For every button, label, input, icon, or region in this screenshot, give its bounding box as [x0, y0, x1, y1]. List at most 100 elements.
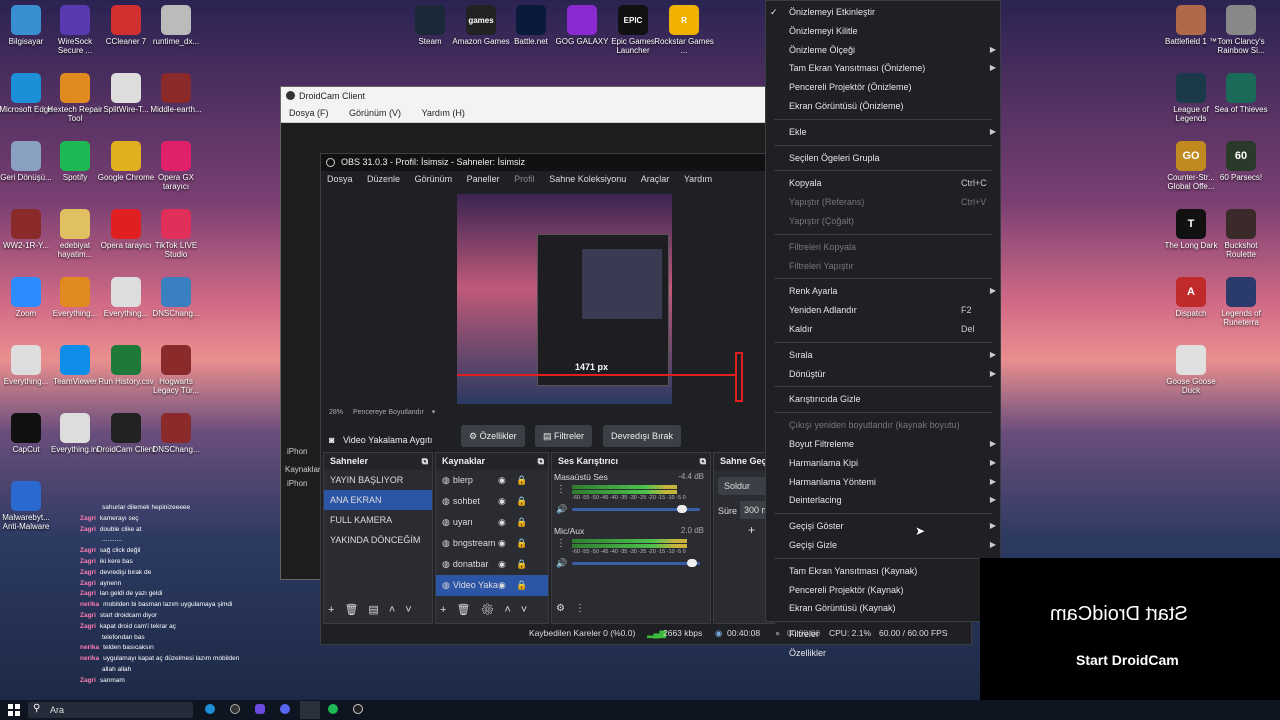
obs-preview[interactable]: 1471 px — [457, 194, 743, 404]
desktop-icon[interactable]: TikTok LIVE Studio — [146, 209, 206, 259]
obs-menu-tools[interactable]: Araçlar — [641, 174, 670, 184]
volume-slider[interactable] — [572, 559, 700, 567]
context-menu-item[interactable]: Sırala ▶ — [766, 346, 1000, 364]
eye-icon[interactable]: ◉ — [498, 554, 506, 575]
context-menu-item[interactable]: Seçilen Ögeleri Grupla — [766, 149, 1000, 167]
add-icon[interactable]: + — [748, 523, 755, 537]
droidcam-menu-file[interactable]: Dosya (F) — [289, 108, 329, 118]
speaker-icon[interactable]: 🔊 — [556, 504, 567, 515]
obs-menu-help[interactable]: Yardım — [684, 174, 712, 184]
obs-zoom-bar[interactable]: 28% Pencereye Boyutlandır ▾ — [329, 408, 435, 416]
dock-undock-icon[interactable]: ⧉ — [538, 453, 544, 470]
context-menu-item[interactable]: Geçişi Gizle ▶ — [766, 536, 1000, 554]
desktop-icon[interactable]: Legends of Runeterra — [1211, 277, 1271, 327]
source-item[interactable]: ◍ Video Yaka ◉ 🔒 — [436, 575, 548, 596]
source-item[interactable]: ◍ uyarı ◉ 🔒 — [436, 512, 548, 533]
obs-zoom-mode[interactable]: Pencereye Boyutlandır — [353, 409, 424, 416]
filters-button[interactable]: ▤ Filtreler — [535, 425, 593, 447]
eye-icon[interactable]: ◉ — [498, 491, 506, 512]
lock-icon[interactable]: 🔒 — [516, 554, 527, 575]
desktop-icon[interactable]: runtime_dx... — [146, 5, 206, 46]
obs-active-taskbar-icon[interactable] — [300, 701, 320, 719]
scene-item[interactable]: YAYIN BAŞLIYOR — [324, 470, 432, 490]
source-item[interactable]: ◍ bngstream ◉ 🔒 — [436, 533, 548, 554]
context-menu-item[interactable]: Dönüştür ▶ — [766, 365, 1000, 383]
eye-icon[interactable]: ◉ — [498, 512, 506, 533]
context-menu-item[interactable]: Harmanlama Kipi ▶ — [766, 454, 1000, 472]
context-menu-item[interactable]: Geçişi Göster ▶ — [766, 517, 1000, 535]
context-menu-item[interactable]: Ekran Görüntüsü (Kaynak) — [766, 599, 1000, 617]
context-menu-item[interactable]: Deinterlacing ▶ — [766, 491, 1000, 509]
context-menu-item[interactable]: Yeniden Adlandır F2 — [766, 301, 1000, 319]
start-droidcam-button[interactable]: Start DroidCam — [1076, 652, 1179, 668]
desktop-icon[interactable]: Middle-earth... — [146, 73, 206, 114]
start-windows-icon[interactable] — [8, 704, 20, 716]
desktop-icon[interactable]: Hogwarts Legacy Tür... — [146, 345, 206, 395]
context-menu-item[interactable]: Tam Ekran Yansıtması (Önizleme) ▶ — [766, 59, 1000, 77]
desktop-icon[interactable]: R Rockstar Games ... — [654, 5, 714, 55]
preview-selection-box[interactable] — [735, 352, 743, 402]
gear-icon[interactable]: ⚙ — [480, 604, 504, 616]
context-menu-item[interactable]: Pencereli Projektör (Kaynak) — [766, 581, 1000, 599]
context-menu-item[interactable]: Özellikler — [766, 644, 1000, 662]
trash-icon[interactable]: 🗑 — [344, 604, 368, 616]
gear-icon[interactable]: ⚙ — [556, 603, 575, 614]
context-menu-item[interactable]: Önizleme Ölçeği ▶ — [766, 41, 1000, 59]
desktop-icon[interactable]: DNSChang... — [146, 413, 206, 454]
eye-icon[interactable]: ◉ — [498, 575, 506, 596]
context-menu-item[interactable]: Ekran Görüntüsü (Önizleme) — [766, 97, 1000, 115]
chevron-up-icon[interactable]: ˄ — [389, 604, 405, 616]
context-menu-item[interactable]: Renk Ayarla ▶ — [766, 282, 1000, 300]
taskbar-search[interactable]: ⚲ Ara — [28, 702, 193, 718]
context-menu-item[interactable]: Önizlemeyi Kilitle — [766, 22, 1000, 40]
desktop-icon[interactable]: Opera GX tarayıcı — [146, 141, 206, 191]
volume-slider-handle[interactable] — [676, 505, 687, 513]
obs-menu-docks[interactable]: Paneller — [467, 174, 500, 184]
source-item[interactable]: ◍ donatbar ◉ 🔒 — [436, 554, 548, 575]
obs-menu-view[interactable]: Görünüm — [415, 174, 453, 184]
obs-menu-file[interactable]: Dosya — [327, 174, 353, 184]
eye-icon[interactable]: ◉ — [498, 533, 506, 554]
volume-slider-handle[interactable] — [687, 559, 698, 567]
dock-undock-icon[interactable]: ⧉ — [700, 453, 706, 470]
discord-taskbar-icon[interactable] — [280, 704, 290, 714]
source-item[interactable]: ◍ sohbet ◉ 🔒 — [436, 491, 548, 512]
add-icon[interactable]: + — [328, 604, 344, 616]
chevron-down-icon[interactable]: ˅ — [521, 604, 537, 616]
more-options-icon[interactable]: ⋮ — [556, 484, 566, 495]
deactivate-button[interactable]: Devredışı Bırak — [603, 425, 682, 447]
context-menu-item[interactable]: Boyut Filtreleme ▶ — [766, 435, 1000, 453]
context-menu-item[interactable]: Kaldır Del — [766, 320, 1000, 338]
lock-icon[interactable]: 🔒 — [516, 575, 527, 596]
desktop-icon[interactable]: Goose Goose Duck — [1161, 345, 1221, 395]
obs-menu-profile[interactable]: Profil — [514, 174, 535, 184]
lock-icon[interactable]: 🔒 — [516, 512, 527, 533]
teams-taskbar-icon[interactable] — [255, 704, 265, 714]
add-icon[interactable]: + — [440, 604, 456, 616]
transition-select[interactable]: Soldur — [718, 477, 770, 495]
eye-icon[interactable]: ◉ — [498, 470, 506, 491]
edge-taskbar-icon[interactable] — [205, 704, 215, 714]
filter-icon[interactable]: ▤ — [368, 604, 388, 616]
obs-menu-scene-collection[interactable]: Sahne Koleksiyonu — [549, 174, 626, 184]
lock-icon[interactable]: 🔒 — [516, 533, 527, 554]
properties-button[interactable]: ⚙ Özellikler — [461, 425, 525, 447]
volume-slider[interactable] — [572, 505, 700, 513]
droidcam-menu-view[interactable]: Görünüm (V) — [349, 108, 401, 118]
speaker-icon[interactable]: 🔊 — [556, 558, 567, 569]
desktop-icon[interactable]: DNSChang... — [146, 277, 206, 318]
context-menu-item[interactable]: Ekle ▶ — [766, 123, 1000, 141]
desktop-icon[interactable]: Tom Clancy's Rainbow Si... — [1211, 5, 1271, 55]
context-menu-item[interactable]: Kopyala Ctrl+C — [766, 174, 1000, 192]
source-item[interactable]: ◍ blerp ◉ 🔒 — [436, 470, 548, 491]
trash-icon[interactable]: 🗑 — [456, 604, 480, 616]
desktop-icon[interactable]: Buckshot Roulette — [1211, 209, 1271, 259]
context-menu-item[interactable]: Harmanlama Yöntemi ▶ — [766, 473, 1000, 491]
scene-item[interactable]: FULL KAMERA — [324, 510, 432, 530]
chevron-down-icon[interactable]: ▾ — [432, 409, 436, 416]
desktop-icon[interactable]: 60 60 Parsecs! — [1211, 141, 1271, 182]
desktop-icon[interactable]: Malwarebyt... Anti-Malware — [0, 481, 56, 531]
context-menu-item[interactable]: Pencereli Projektör (Önizleme) — [766, 78, 1000, 96]
scene-item[interactable]: YAKINDA DÖNCEĞİM — [324, 530, 432, 550]
spotify-taskbar-icon[interactable] — [328, 704, 338, 714]
